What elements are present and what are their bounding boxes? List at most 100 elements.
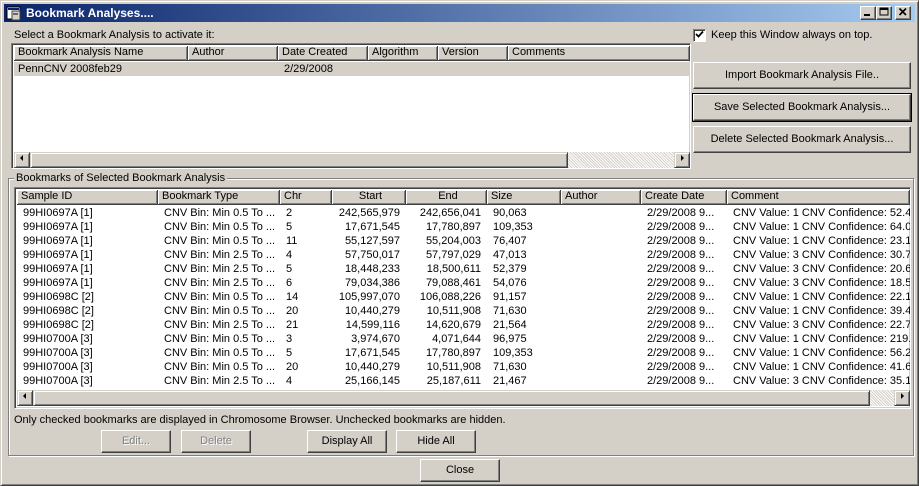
- author-cell: [561, 332, 641, 346]
- bookmarks-hscrollbar[interactable]: [17, 390, 910, 406]
- analysis-row[interactable]: PennCNV 2008feb29 2/29/2008: [14, 62, 690, 76]
- analysis-list-hscrollbar[interactable]: [14, 152, 690, 168]
- bookmark-row[interactable]: 99HI0698C [2] CNV Bin: Min 0.5 To ... 14 10…: [17, 290, 910, 304]
- bookmark-row[interactable]: 99HI0697A [1] CNV Bin: Min 0.5 To ... 5 17,…: [17, 220, 910, 234]
- create-date-cell: 2/29/2008 9...: [647, 319, 715, 331]
- bookmark-row[interactable]: 99HI0697A [1] CNV Bin: Min 0.5 To ... 2 242…: [17, 206, 910, 220]
- col-chr[interactable]: Chr: [280, 190, 332, 205]
- col-version[interactable]: Version: [438, 46, 508, 61]
- analysis-comments-cell: [508, 62, 690, 76]
- keep-on-top-label[interactable]: Keep this Window always on top.: [711, 29, 872, 41]
- analysis-date-cell: 2/29/2008: [284, 63, 333, 75]
- chr-cell: 14: [286, 291, 299, 303]
- author-cell: [561, 276, 641, 290]
- end-cell: 242,656,041: [419, 207, 481, 219]
- scroll-right-arrow-icon: [681, 155, 684, 161]
- col-sample-id[interactable]: Sample ID: [17, 190, 158, 205]
- analysis-algorithm-cell: [368, 62, 438, 76]
- hide-all-button[interactable]: Hide All: [396, 430, 476, 453]
- import-analysis-button[interactable]: Import Bookmark Analysis File..: [693, 62, 911, 89]
- analysis-list-header: Bookmark Analysis Name Author Date Creat…: [14, 46, 690, 61]
- size-cell: 71,630: [493, 305, 527, 317]
- col-algorithm[interactable]: Algorithm: [368, 46, 438, 61]
- create-date-cell: 2/29/2008 9...: [647, 207, 715, 219]
- col-start[interactable]: Start: [332, 190, 406, 205]
- bookmark-row[interactable]: 99HI0697A [1] CNV Bin: Min 2.5 To ... 5 18,…: [17, 262, 910, 276]
- bookmark-row[interactable]: 99HI0698C [2] CNV Bin: Min 2.5 To ... 21 14…: [17, 318, 910, 332]
- close-button[interactable]: Close: [420, 459, 500, 482]
- bookmark-row[interactable]: 99HI0697A [1] CNV Bin: Min 0.5 To ... 11 55…: [17, 234, 910, 248]
- comment-cell: CNV Value: 1 CNV Confidence: 219.9: [733, 333, 910, 345]
- delete-analysis-button[interactable]: Delete Selected Bookmark Analysis...: [693, 126, 911, 153]
- author-cell: [561, 374, 641, 388]
- minimize-button[interactable]: [860, 6, 876, 20]
- maximize-button[interactable]: [876, 6, 892, 20]
- bookmark-row[interactable]: 99HI0698C [2] CNV Bin: Min 0.5 To ... 20 10…: [17, 304, 910, 318]
- author-cell: [561, 220, 641, 234]
- bookmark-type-cell: CNV Bin: Min 2.5 To ...: [164, 249, 276, 261]
- scroll-left-arrow-icon: [23, 393, 26, 399]
- bookmarks-info-text: Only checked bookmarks are displayed in …: [14, 414, 506, 426]
- window-title: Bookmark Analyses....: [26, 6, 154, 20]
- col-comment[interactable]: Comment: [727, 190, 910, 205]
- comment-cell: CNV Value: 1 CNV Confidence: 39.47: [733, 305, 910, 317]
- bookmarks-scroll-thumb[interactable]: [33, 390, 870, 406]
- bookmarks-table[interactable]: Sample ID Bookmark Type Chr Start End Si…: [14, 187, 911, 409]
- col-end[interactable]: End: [406, 190, 487, 205]
- analysis-author-cell: [188, 62, 278, 76]
- col-size[interactable]: Size: [487, 190, 561, 205]
- scroll-thumb[interactable]: [30, 152, 568, 168]
- bookmarks-scroll-left-button[interactable]: [17, 390, 33, 406]
- start-cell: 25,166,145: [344, 375, 400, 387]
- author-cell: [561, 248, 641, 262]
- size-cell: 109,353: [493, 221, 533, 233]
- col-create-date[interactable]: Create Date: [641, 190, 727, 205]
- size-cell: 91,157: [493, 291, 527, 303]
- comment-cell: CNV Value: 1 CNV Confidence: 56.22: [733, 347, 910, 359]
- end-cell: 25,187,611: [426, 375, 481, 387]
- analysis-list[interactable]: Bookmark Analysis Name Author Date Creat…: [11, 43, 691, 169]
- bookmarks-scroll-right-button[interactable]: [894, 390, 910, 406]
- bookmarks-group-title: Bookmarks of Selected Bookmark Analysis: [14, 172, 228, 184]
- comment-cell: CNV Value: 1 CNV Confidence: 64.08: [733, 221, 910, 233]
- bookmark-row[interactable]: 99HI0700A [3] CNV Bin: Min 0.5 To ... 3 3,9…: [17, 332, 910, 346]
- author-cell: [561, 318, 641, 332]
- bookmark-row[interactable]: 99HI0697A [1] CNV Bin: Min 2.5 To ... 6 79,…: [17, 276, 910, 290]
- col-date-created[interactable]: Date Created: [278, 46, 368, 61]
- scroll-left-button[interactable]: [14, 152, 30, 168]
- keep-on-top-checkbox[interactable]: [693, 29, 706, 42]
- display-all-button[interactable]: Display All: [307, 430, 387, 453]
- chr-cell: 6: [286, 277, 293, 289]
- bookmark-row[interactable]: 99HI0697A [1] CNV Bin: Min 2.5 To ... 4 57,…: [17, 248, 910, 262]
- bookmark-type-cell: CNV Bin: Min 0.5 To ...: [164, 333, 276, 345]
- end-cell: 79,088,461: [425, 277, 481, 289]
- start-cell: 105,997,070: [338, 291, 400, 303]
- create-date-cell: 2/29/2008 9...: [647, 347, 715, 359]
- chr-cell: 20: [286, 305, 299, 317]
- close-icon: [898, 7, 907, 16]
- bookmarks-table-header: Sample ID Bookmark Type Chr Start End Si…: [17, 190, 910, 205]
- scroll-right-button[interactable]: [674, 152, 690, 168]
- title-bar[interactable]: Bookmark Analyses....: [4, 4, 915, 22]
- close-window-button[interactable]: [895, 6, 911, 20]
- size-cell: 90,063: [493, 207, 527, 219]
- col-bookmark-type[interactable]: Bookmark Type: [158, 190, 280, 205]
- sample-id-cell: 99HI0700A [3]: [23, 347, 93, 359]
- chr-cell: 4: [286, 375, 293, 387]
- author-cell: [561, 262, 641, 276]
- start-cell: 17,671,545: [344, 347, 400, 359]
- edit-button[interactable]: Edit...: [101, 430, 171, 453]
- start-cell: 57,750,017: [344, 249, 400, 261]
- col-comments[interactable]: Comments: [508, 46, 690, 61]
- bookmark-row[interactable]: 99HI0700A [3] CNV Bin: Min 0.5 To ... 20 10…: [17, 360, 910, 374]
- bookmark-row[interactable]: 99HI0700A [3] CNV Bin: Min 2.5 To ... 4 25,…: [17, 374, 910, 388]
- bookmark-row[interactable]: 99HI0700A [3] CNV Bin: Min 0.5 To ... 5 17,…: [17, 346, 910, 360]
- col-author[interactable]: Author: [561, 190, 641, 205]
- comment-cell: CNV Value: 3 CNV Confidence: 18.54: [733, 277, 910, 289]
- col-analysis-name[interactable]: Bookmark Analysis Name: [14, 46, 188, 61]
- size-cell: 109,353: [493, 347, 533, 359]
- delete-bookmark-button[interactable]: Delete: [181, 430, 251, 453]
- col-author[interactable]: Author: [188, 46, 278, 61]
- save-analysis-button[interactable]: Save Selected Bookmark Analysis...: [692, 93, 912, 122]
- chr-cell: 11: [286, 235, 298, 247]
